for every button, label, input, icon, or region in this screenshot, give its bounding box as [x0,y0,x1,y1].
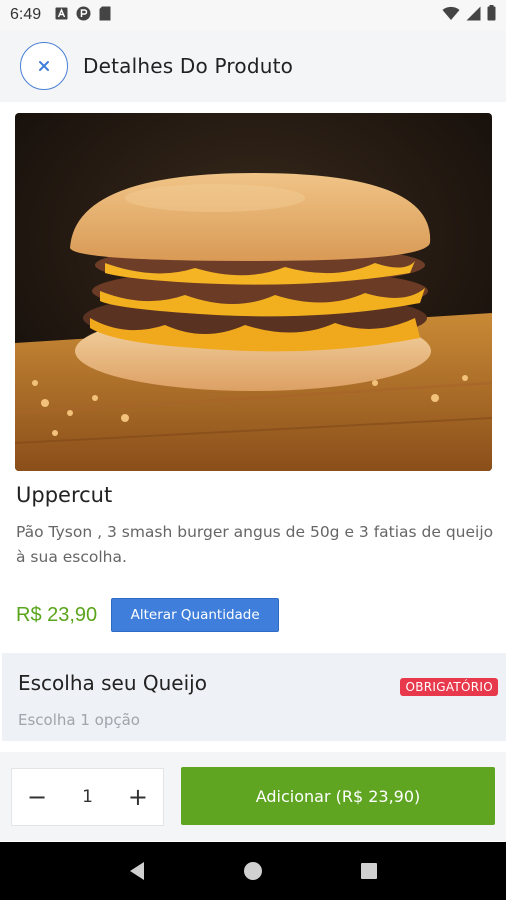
p-icon [76,6,91,25]
system-navigation-bar [0,842,506,900]
bottom-cart-bar: − 1 + Adicionar (R$ 23,90) [0,752,506,841]
add-to-cart-button[interactable]: Adicionar (R$ 23,90) [181,767,495,825]
increment-button[interactable]: + [127,783,149,811]
cheese-option-group[interactable]: Escolha seu Queijo OBRIGATÓRIO Escolha 1… [2,653,506,741]
quantity-stepper: − 1 + [11,768,164,826]
sd-card-icon [99,6,111,25]
battery-icon [487,5,496,25]
a-icon [55,6,68,24]
required-badge: OBRIGATÓRIO [400,678,498,696]
product-image [15,113,492,471]
recents-icon[interactable] [360,862,378,880]
product-price: R$ 23,90 [16,603,98,626]
home-icon[interactable] [243,861,263,881]
status-bar: 6:49 [0,0,506,30]
product-description: Pão Tyson , 3 smash burger angus de 50g … [16,523,494,566]
wifi-icon [442,6,460,25]
option-group-title: Escolha seu Queijo [18,671,207,695]
change-quantity-button[interactable]: Alterar Quantidade [111,598,280,632]
status-right [442,5,496,25]
decrement-button[interactable]: − [26,783,48,811]
option-group-subtitle: Escolha 1 opção [18,711,140,729]
page-title: Detalhes Do Produto [83,54,294,78]
price-row: R$ 23,90 Alterar Quantidade [16,598,280,632]
quantity-value: 1 [82,787,93,807]
signal-icon [466,6,481,25]
back-icon[interactable] [128,861,146,881]
top-app-bar: Detalhes Do Produto [0,30,506,102]
product-name: Uppercut [16,483,113,507]
close-button[interactable] [20,42,68,90]
close-icon [38,57,50,76]
status-time: 6:49 [10,6,42,23]
